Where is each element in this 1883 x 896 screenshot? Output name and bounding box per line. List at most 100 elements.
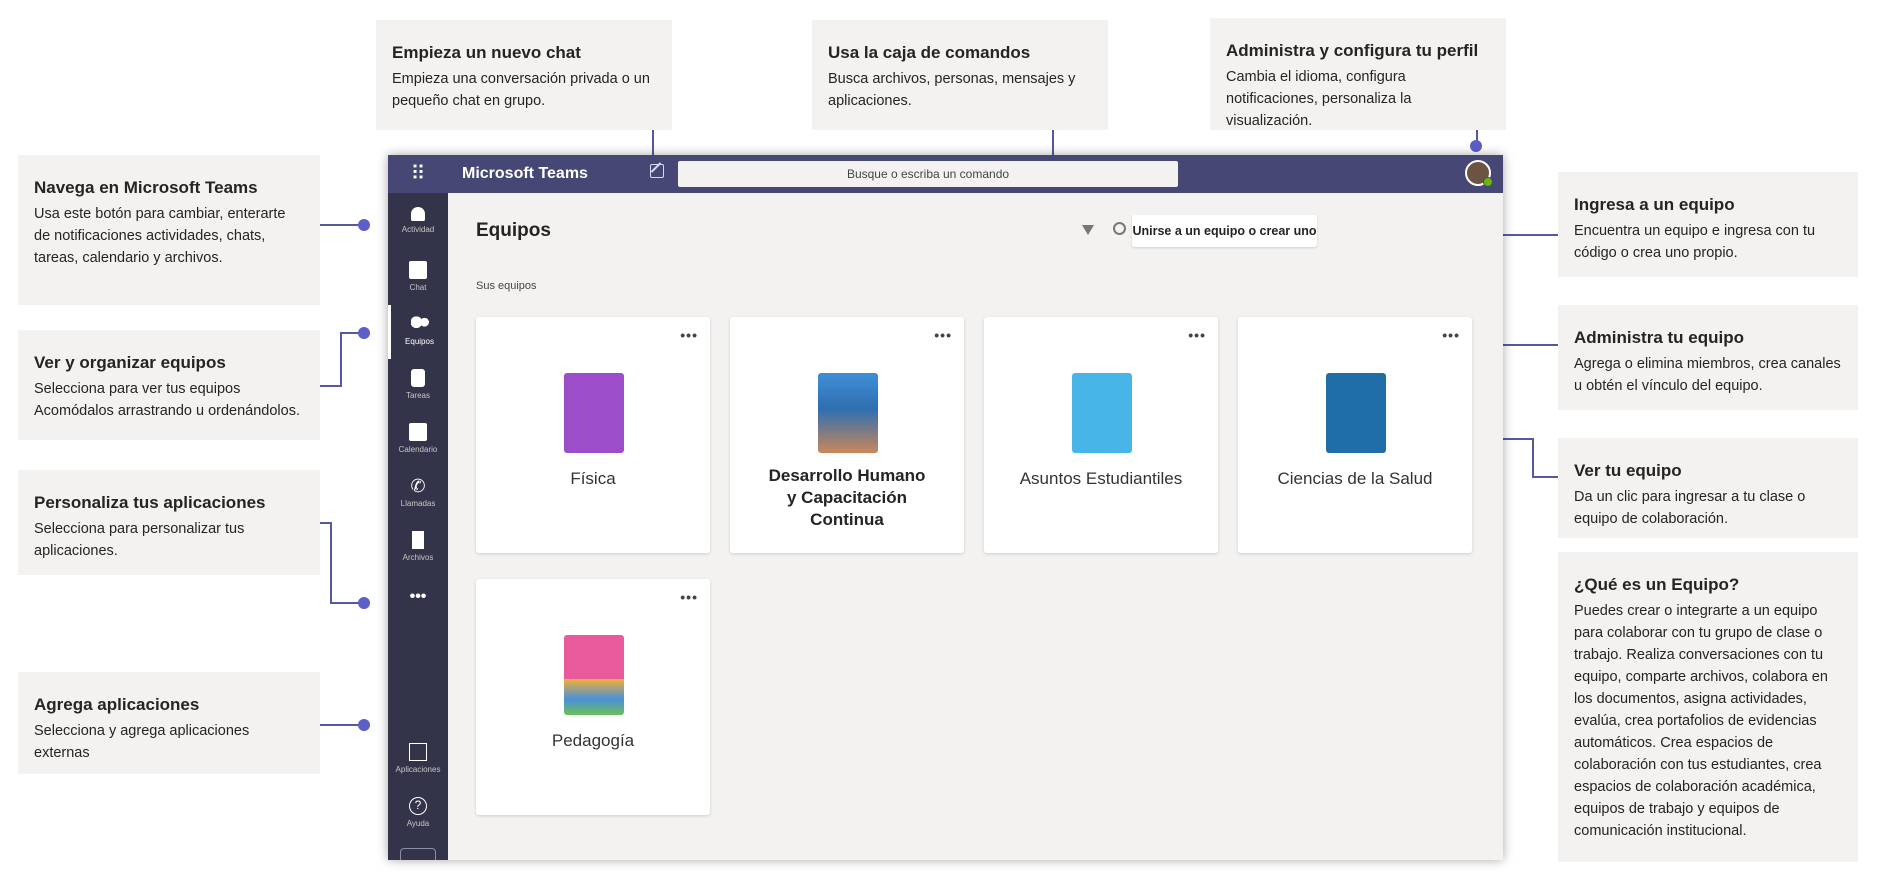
rail-label: Tareas <box>405 391 430 400</box>
callout-title: Agrega aplicaciones <box>34 695 200 714</box>
more-options-icon[interactable]: ••• <box>680 589 698 605</box>
connector-line <box>330 522 332 604</box>
filter-icon[interactable] <box>1082 225 1094 235</box>
microscope-icon <box>1326 373 1386 453</box>
connector-dot <box>358 327 370 339</box>
command-box[interactable]: Busque o escriba un comando <box>678 161 1178 187</box>
callout-title: Usa la caja de comandos <box>828 43 1031 62</box>
rail-item-llamadas[interactable]: ✆ Llamadas <box>388 467 448 521</box>
callout-body: Usa este botón para cambiar, enterarte d… <box>34 206 286 266</box>
more-options-icon[interactable]: ••• <box>934 327 952 343</box>
rail-item-calendario[interactable]: Calendario <box>388 413 448 467</box>
gear-icon[interactable] <box>1113 222 1126 235</box>
team-card-fisica[interactable]: ••• Física <box>476 317 710 553</box>
document-icon <box>1072 373 1132 453</box>
rail-item-tareas[interactable]: Tareas <box>388 359 448 413</box>
team-card-asuntos-estudiantiles[interactable]: ••• Asuntos Estudiantiles <box>984 317 1218 553</box>
team-name: Desarrollo Humano y Capacitación Continu… <box>768 466 926 529</box>
callout-body: Puedes crear o integrarte a un equipo pa… <box>1574 603 1828 839</box>
app-title: Microsoft Teams <box>462 165 588 182</box>
rail-item-ayuda[interactable]: ? Ayuda <box>388 787 448 841</box>
connector-line <box>320 385 342 387</box>
teams-window: ⠿ Microsoft Teams Busque o escriba un co… <box>388 155 1503 860</box>
rail-label: Ayuda <box>406 819 430 828</box>
globe-hands-icon <box>818 373 878 453</box>
avatar[interactable] <box>1465 160 1493 187</box>
app-rail: Actividad Chat Equipos Tareas Calendario… <box>388 193 448 860</box>
apps-icon <box>409 743 427 761</box>
rail-label: Aplicaciones <box>395 765 441 774</box>
teams-icon <box>410 315 429 333</box>
new-chat-icon[interactable] <box>650 164 664 178</box>
rail-label: Actividad <box>401 225 435 234</box>
rail-item-equipos[interactable]: Equipos <box>388 305 448 359</box>
top-bar: ⠿ Microsoft Teams Busque o escriba un co… <box>388 155 1503 193</box>
rail-item-chat[interactable]: Chat <box>388 251 448 305</box>
callout-title: Administra tu equipo <box>1574 328 1744 347</box>
phone-icon: ✆ <box>410 476 426 496</box>
tasks-icon <box>411 369 425 387</box>
rail-item-archivos[interactable]: Archivos <box>388 521 448 575</box>
connector-line <box>1532 476 1558 478</box>
callout-title: Administra y configura tu perfil <box>1226 41 1479 60</box>
callout-title: Ingresa a un equipo <box>1574 195 1735 214</box>
rail-label: Archivos <box>402 553 434 562</box>
callout-body: Selecciona para ver tus equipos Acomódal… <box>34 381 300 419</box>
callout-caja-comandos: Usa la caja de comandos Busca archivos, … <box>812 20 1108 130</box>
team-name: Ciencias de la Salud <box>1277 469 1433 488</box>
app-launcher-icon[interactable]: ⠿ <box>388 155 448 193</box>
connector-dot <box>358 219 370 231</box>
more-options-icon[interactable]: ••• <box>1442 327 1460 343</box>
callout-organizar: Ver y organizar equipos Selecciona para … <box>18 330 320 440</box>
team-name: Física <box>570 469 616 488</box>
callout-body: Selecciona para personalizar tus aplicac… <box>34 521 245 559</box>
callout-body: Selecciona y agrega aplicaciones externa… <box>34 723 250 761</box>
more-options-icon[interactable]: ••• <box>1188 327 1206 343</box>
callout-administra: Administra tu equipo Agrega o elimina mi… <box>1558 305 1858 410</box>
callout-body: Agrega o elimina miembros, crea canales … <box>1574 356 1841 394</box>
connector-dot <box>358 597 370 609</box>
team-name: Pedagogía <box>551 731 635 750</box>
rail-item-aplicaciones[interactable]: Aplicaciones <box>388 733 448 787</box>
callout-body: Busca archivos, personas, mensajes y apl… <box>828 71 1076 109</box>
team-card-pedagogia[interactable]: ••• Pedagogía <box>476 579 710 815</box>
join-or-create-team-button[interactable]: Unirse a un equipo o crear uno <box>1132 215 1317 247</box>
calendar-icon <box>409 423 427 441</box>
callout-title: ¿Qué es un Equipo? <box>1574 575 1740 594</box>
callout-title: Ver y organizar equipos <box>34 353 226 372</box>
chat-icon <box>409 261 427 279</box>
callout-title: Navega en Microsoft Teams <box>34 178 258 197</box>
callout-que-es: ¿Qué es un Equipo? Puedes crear o integr… <box>1558 552 1858 862</box>
callout-body: Da un clic para ingresar a tu clase o eq… <box>1574 489 1806 527</box>
rail-label: Calendario <box>398 445 438 454</box>
telescope-icon <box>564 373 624 453</box>
rail-label: Llamadas <box>400 499 436 508</box>
help-icon: ? <box>409 797 427 815</box>
pencils-icon <box>564 635 624 715</box>
more-apps-button[interactable]: ••• <box>388 577 448 631</box>
callout-ingresa: Ingresa a un equipo Encuentra un equipo … <box>1558 172 1858 277</box>
callout-title: Personaliza tus aplicaciones <box>34 493 266 512</box>
team-name: Asuntos Estudiantiles <box>1019 469 1183 488</box>
callout-title: Ver tu equipo <box>1574 461 1682 480</box>
connector-dot <box>1470 140 1482 152</box>
callout-personaliza: Personaliza tus aplicaciones Selecciona … <box>18 470 320 575</box>
callout-body: Empieza una conversación privada o un pe… <box>392 71 650 109</box>
callout-navega: Navega en Microsoft Teams Usa este botón… <box>18 155 320 305</box>
section-label: Sus equipos <box>476 280 537 292</box>
more-options-icon[interactable]: ••• <box>680 327 698 343</box>
callout-ver-equipo: Ver tu equipo Da un clic para ingresar a… <box>1558 438 1858 538</box>
page-title: Equipos <box>476 220 551 241</box>
connector-dot <box>358 719 370 731</box>
files-icon <box>412 531 424 549</box>
team-card-ciencias-salud[interactable]: ••• Ciencias de la Salud <box>1238 317 1472 553</box>
callout-perfil: Administra y configura tu perfil Cambia … <box>1210 18 1506 130</box>
connector-line <box>1532 438 1534 478</box>
connector-line <box>340 332 342 387</box>
rail-item-actividad[interactable]: Actividad <box>388 197 448 251</box>
more-icon: ••• <box>409 588 427 605</box>
callout-agrega: Agrega aplicaciones Selecciona y agrega … <box>18 672 320 774</box>
team-card-desarrollo-humano[interactable]: ••• Desarrollo Humano y Capacitación Con… <box>730 317 964 553</box>
rail-label: Equipos <box>405 337 434 346</box>
download-app-button[interactable] <box>400 848 436 860</box>
